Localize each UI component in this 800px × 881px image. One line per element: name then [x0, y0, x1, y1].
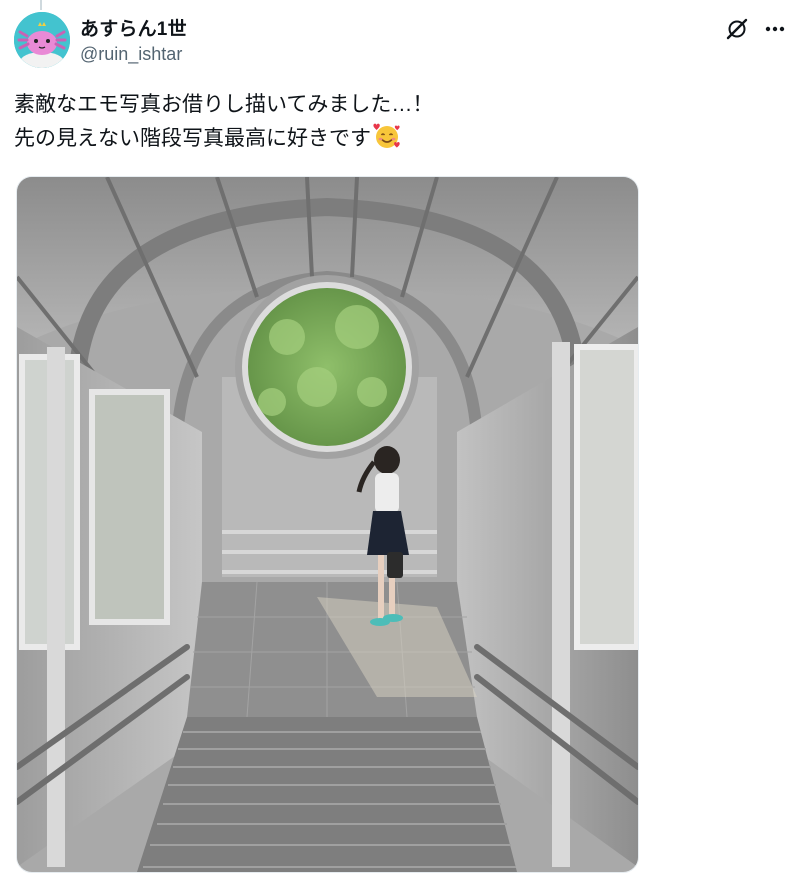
user-handle[interactable]: @ruin_ishtar — [80, 44, 182, 65]
smiling-face-with-hearts-icon — [373, 123, 400, 148]
grok-icon[interactable] — [724, 16, 750, 42]
axolotl-avatar-icon — [14, 12, 70, 68]
thread-connector-line — [40, 0, 42, 10]
tweet-image[interactable] — [16, 176, 639, 873]
avatar[interactable] — [14, 12, 70, 68]
tweet-text-line-2-text: 先の見えない階段写真最高に好きです — [14, 127, 371, 150]
tweet-text-line-2: 先の見えない階段写真最高に好きです — [14, 122, 774, 156]
more-options-icon[interactable] — [762, 16, 788, 42]
staircase-corridor-illustration — [17, 177, 638, 872]
tweet-text-line-1: 素敵なエモ写真お借りし描いてみました…！ — [14, 93, 434, 116]
tweet-text: 素敵なエモ写真お借りし描いてみました…！ 先の見えない階段写真最高に好きです — [14, 88, 774, 156]
display-name[interactable]: あすらん1世 — [80, 14, 187, 41]
